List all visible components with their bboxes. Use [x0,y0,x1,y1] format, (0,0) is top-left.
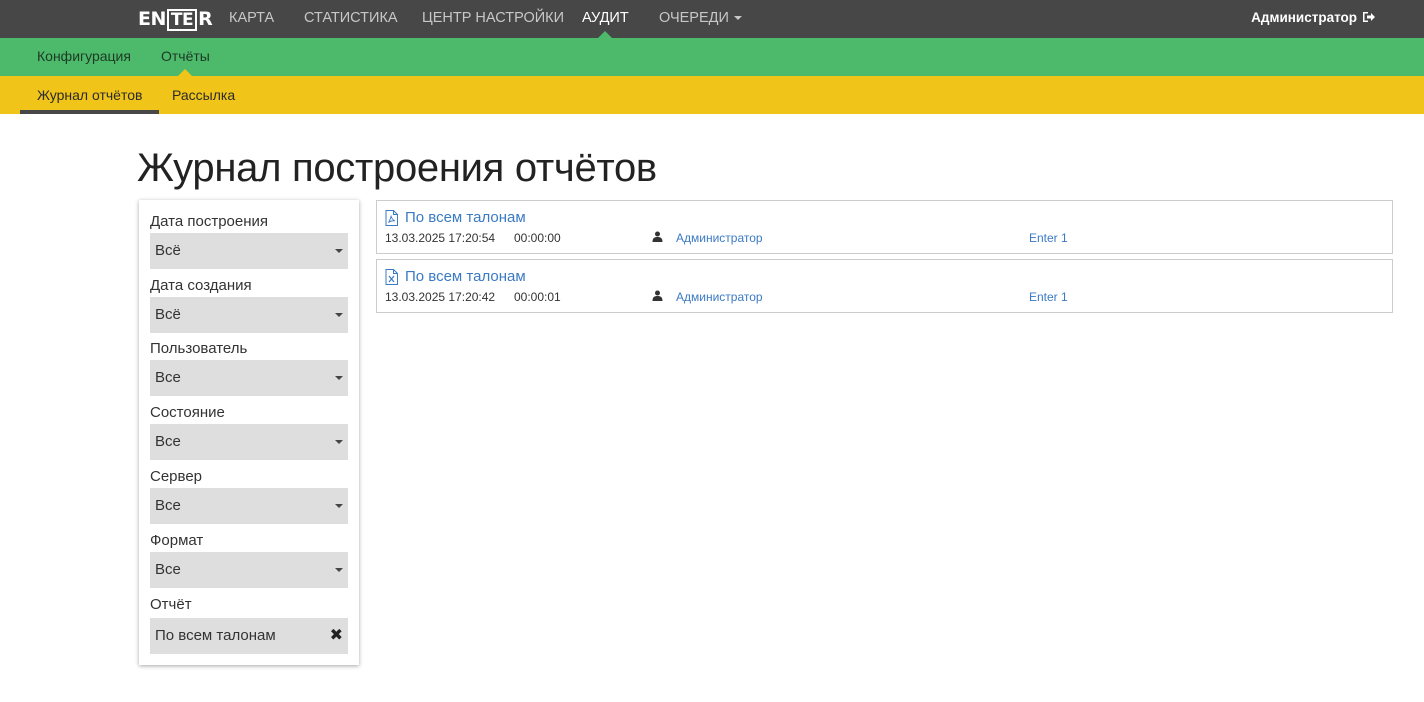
report-duration: 00:00:00 [514,231,561,245]
logo-text: EN TE R [138,7,213,31]
pdf-file-icon [385,210,398,226]
filter-label-user: Пользователь [150,340,248,357]
dropdown-arrow-icon [335,376,343,380]
filter-user-value: Все [155,369,181,386]
subnav-configuration[interactable]: Конфигурация [37,38,131,76]
dropdown-arrow-icon [335,568,343,572]
tab-mailing[interactable]: Рассылка [155,76,252,114]
report-server-link[interactable]: Enter 1 [1029,290,1068,304]
report-date: 13.03.2025 17:20:54 [385,231,496,245]
topnav-audit[interactable]: АУДИТ [582,0,629,38]
report-user-link[interactable]: Администратор [676,290,763,304]
filter-label-state: Состояние [150,404,225,421]
report-duration: 00:00:01 [514,290,561,304]
filter-label-server: Сервер [150,468,203,485]
filter-report-select[interactable]: По всем талонам ✖ [150,618,348,654]
logout-icon[interactable] [1362,11,1376,23]
filter-format-select[interactable]: Все [150,552,348,588]
filter-build-date-select[interactable]: Всё [150,233,348,269]
filter-build-date-value: Всё [155,242,181,259]
dropdown-arrow-icon [335,249,343,253]
chevron-down-icon [733,16,742,21]
user-menu[interactable]: Администратор [1251,0,1376,34]
topnav-queues-label: ОЧЕРЕДИ [659,10,729,26]
user-name: Администратор [1251,9,1357,25]
report-server-link[interactable]: Enter 1 [1029,231,1068,245]
topnav-statistics[interactable]: СТАТИСТИКА [304,0,398,38]
filter-server-select[interactable]: Все [150,488,348,524]
top-navbar: EN TE R КАРТА СТАТИСТИКА ЦЕНТР НАСТРОЙКИ А… [0,0,1424,38]
clear-icon[interactable]: ✖ [330,618,343,654]
filter-label-build-date: Дата построения [150,213,269,230]
logo-text-pre: EN [138,7,166,30]
report-row[interactable]: По всем талонам 13.03.2025 17:20:54 00:0… [376,200,1393,254]
filter-panel: Дата построения Всё Дата создания Всё По… [139,200,359,665]
topnav-map[interactable]: КАРТА [229,0,274,38]
user-icon [652,290,663,301]
topnav-queues[interactable]: ОЧЕРЕДИ [659,0,742,38]
report-user-link[interactable]: Администратор [676,231,763,245]
filter-label-report: Отчёт [150,596,192,613]
filter-server-value: Все [155,497,181,514]
subnav-reports[interactable]: Отчёты [161,38,210,76]
dropdown-arrow-icon [335,504,343,508]
filter-report-value: По всем талонам [155,627,276,644]
enter-logo[interactable]: EN TE R [138,7,213,31]
tabs-bar: Журнал отчётов Рассылка [0,76,1424,114]
filter-label-created-date: Дата создания [150,277,252,294]
report-row[interactable]: По всем талонам 13.03.2025 17:20:42 00:0… [376,259,1393,313]
logo-text-post: R [198,7,213,30]
report-title-link[interactable]: По всем талонам [405,209,526,226]
filter-user-select[interactable]: Все [150,360,348,396]
user-icon [652,231,663,242]
filter-created-date-value: Всё [155,306,181,323]
logo-text-box: TE [166,8,198,31]
excel-file-icon [385,269,398,285]
dropdown-arrow-icon [335,313,343,317]
dropdown-arrow-icon [335,440,343,444]
report-title-link[interactable]: По всем талонам [405,268,526,285]
filter-state-select[interactable]: Все [150,424,348,460]
topnav-settings-center[interactable]: ЦЕНТР НАСТРОЙКИ [422,0,564,38]
page-title: Журнал построения отчётов [137,146,657,190]
filter-created-date-select[interactable]: Всё [150,297,348,333]
report-date: 13.03.2025 17:20:42 [385,290,496,304]
section-navbar: Конфигурация Отчёты [0,38,1424,76]
filter-state-value: Все [155,433,181,450]
tab-report-log[interactable]: Журнал отчётов [20,76,160,114]
filter-label-format: Формат [150,532,204,549]
filter-format-value: Все [155,561,181,578]
